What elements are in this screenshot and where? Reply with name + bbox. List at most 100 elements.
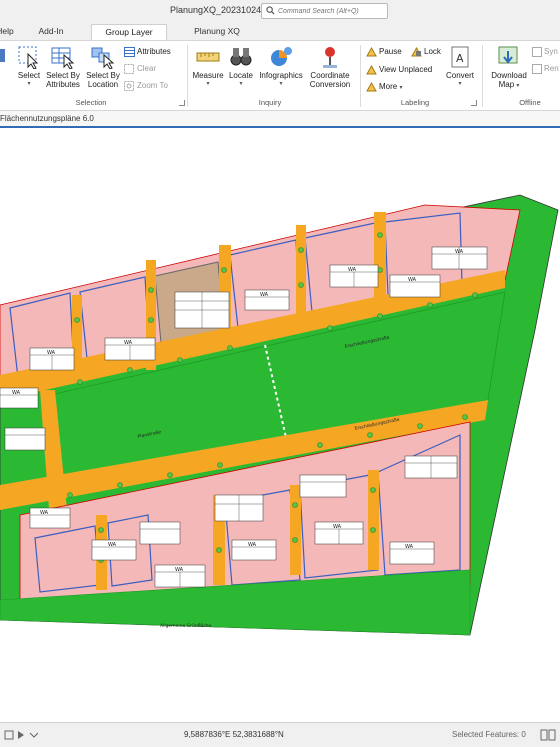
svg-text:A: A [456, 52, 464, 65]
select-label: Select [17, 71, 41, 80]
map-view[interactable]: Erschließungsstraße Erschließungsstraße … [0, 130, 560, 722]
zoom-to-label: Zoom To [137, 81, 168, 90]
ruler-icon [196, 52, 220, 62]
map-nav-controls-icon[interactable] [4, 729, 38, 741]
offline-group-label: Offline [519, 98, 541, 107]
zone-label: WA [47, 350, 56, 356]
sync-button[interactable]: Syn [532, 45, 558, 59]
more-label: More [379, 82, 398, 91]
pause-labeling-button[interactable]: Pause [366, 45, 402, 59]
cut-off-tool-icon [0, 49, 5, 62]
measure-dropdown-icon: ▾ [206, 81, 210, 87]
selection-group-label: Selection [75, 98, 107, 107]
infographics-dropdown-icon: ▾ [279, 81, 283, 87]
pause-label: Pause [379, 47, 402, 56]
tab-group-layer[interactable]: Group Layer [91, 24, 167, 40]
tab-add-in[interactable]: Add-In [32, 24, 70, 40]
zone-label: WA [124, 340, 133, 346]
pause-label-icon [366, 47, 377, 57]
download-map-button[interactable]: Download Map ▾ [486, 45, 532, 91]
sync-icon [532, 46, 542, 57]
coordinate-conversion-label-2: Conversion [309, 80, 351, 89]
select-by-location-icon [91, 47, 115, 69]
zone-label: WA [12, 390, 21, 396]
view-unplaced-icon [366, 65, 377, 75]
select-dropdown-icon: ▾ [27, 81, 31, 87]
zone-label: WA [333, 524, 342, 530]
lock-icon [411, 47, 422, 57]
download-map-label-1: Download [491, 71, 527, 80]
convert-dropdown-icon: ▾ [458, 81, 462, 87]
attributes-table-icon [124, 46, 135, 57]
ribbon: Select ▾ Select By Attributes Select By … [0, 40, 560, 111]
labeling-group-launcher-icon[interactable] [471, 100, 477, 106]
selected-features-count[interactable]: Selected Features: 0 [452, 730, 526, 739]
convert-label: Convert [445, 71, 474, 80]
more-labeling-icon [366, 82, 377, 92]
select-by-attributes-icon [51, 47, 75, 69]
status-toolbar-icon[interactable] [540, 729, 556, 741]
zone-label: WA [108, 542, 117, 548]
remove-icon [532, 63, 542, 74]
map-pane-header[interactable]: Flächennutzungspläne 6.0 [0, 111, 560, 128]
locate-dropdown-icon: ▾ [239, 81, 243, 87]
tab-planung-xq[interactable]: Planung XQ [184, 24, 250, 40]
command-search-box[interactable] [261, 3, 388, 19]
infographics-icon [271, 47, 292, 66]
measure-button[interactable]: Measure ▾ [190, 45, 226, 89]
coordinate-conversion-label-1: Coordinate [310, 71, 350, 80]
coordinate-readout: 9,5887836°E 52,3831688°N [184, 730, 284, 739]
map-pane-title: Flächennutzungspläne 6.0 [0, 114, 94, 123]
zone-label: WA [175, 567, 184, 573]
lock-labels-button[interactable]: Lock [411, 45, 441, 59]
tab-help[interactable]: Help [0, 24, 18, 40]
sync-label: Syn [544, 47, 558, 56]
coordinate-conversion-button[interactable]: Coordinate Conversion [306, 45, 354, 89]
infographics-label: Infographics [259, 71, 303, 80]
zoom-to-selection-button[interactable]: Zoom To [124, 79, 168, 93]
coordinate-pin-icon [323, 47, 337, 68]
select-by-attributes-label-1: Select By [46, 71, 80, 80]
more-dropdown-icon: ▾ [399, 85, 403, 91]
zone-label: WA [348, 267, 357, 273]
locate-label: Locate [228, 71, 254, 80]
download-map-label-2: Map [498, 80, 515, 89]
zone-label: WA [40, 510, 49, 516]
lot [34, 525, 101, 593]
zone-label: WA [405, 544, 414, 550]
group-separator [360, 45, 361, 107]
labeling-group-label: Labeling [400, 98, 430, 107]
select-by-location-label-2: Location [87, 80, 119, 89]
zone-label: WA [260, 292, 269, 298]
more-labeling-button[interactable]: More ▾ [366, 80, 402, 94]
select-button[interactable]: Select ▾ [12, 45, 46, 89]
clear-icon [124, 63, 134, 74]
zone-label: WA [248, 542, 257, 548]
street-connector [368, 470, 379, 570]
selection-group-launcher-icon[interactable] [179, 100, 185, 106]
remove-button[interactable]: Ren [532, 62, 559, 76]
binoculars-icon [230, 48, 252, 66]
map-canvas[interactable]: Erschließungsstraße Erschließungsstraße … [0, 130, 560, 722]
clear-label: Clear [137, 64, 157, 73]
green-label: Allgemeine Grünfläche [160, 623, 212, 629]
clear-selection-button[interactable]: Clear [124, 62, 156, 76]
select-icon [18, 46, 39, 69]
attributes-button[interactable]: Attributes [124, 45, 171, 59]
street-connector [296, 225, 306, 320]
zone-label: WA [408, 277, 417, 283]
convert-labels-button[interactable]: A Convert ▾ [442, 45, 478, 89]
status-bar: 9,5887836°E 52,3831688°N Selected Featur… [0, 722, 560, 747]
command-search-input[interactable] [278, 5, 386, 17]
view-unplaced-button[interactable]: View Unplaced [366, 63, 432, 77]
lot [229, 239, 301, 329]
download-map-icon [498, 46, 518, 64]
zoom-to-icon [124, 80, 134, 91]
select-by-attributes-button[interactable]: Select By Attributes [42, 45, 84, 89]
select-by-location-label-1: Select By [86, 71, 120, 80]
measure-label: Measure [192, 71, 224, 80]
infographics-button[interactable]: Infographics ▾ [256, 45, 306, 89]
lock-label: Lock [424, 47, 441, 56]
locate-button[interactable]: Locate ▾ [226, 45, 256, 89]
select-by-location-button[interactable]: Select By Location [84, 45, 122, 89]
